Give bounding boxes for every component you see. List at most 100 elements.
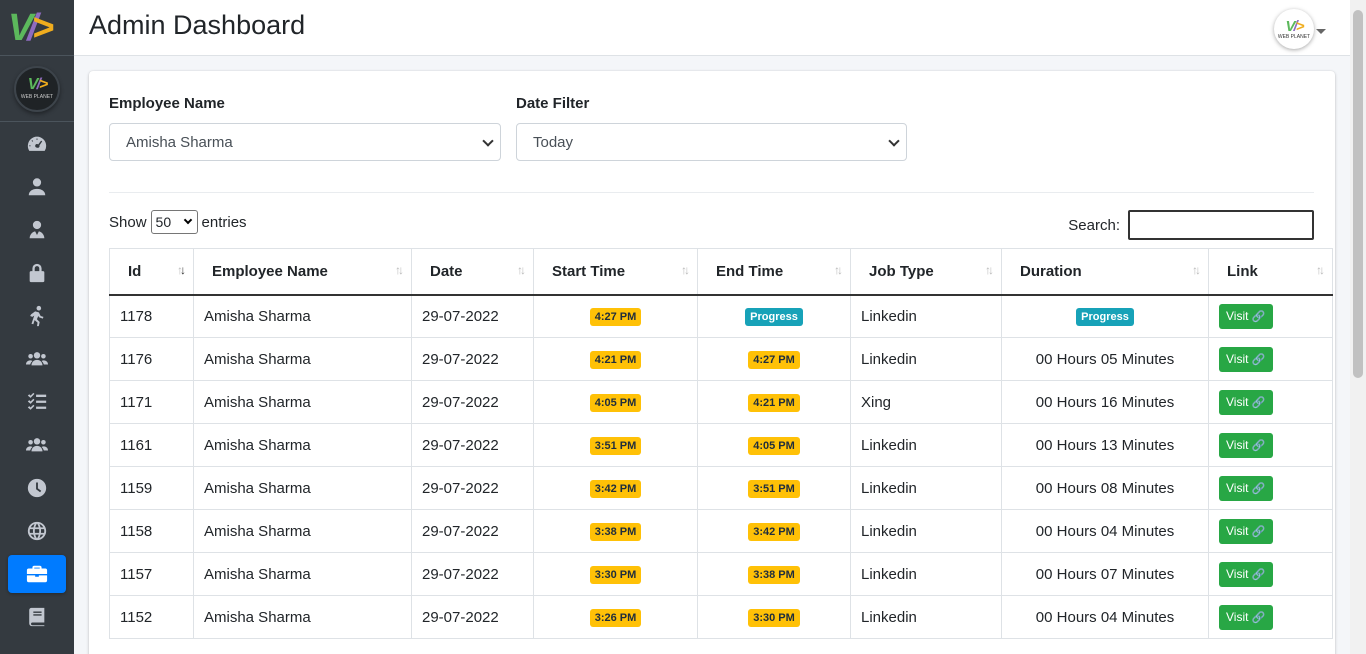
cell-employee-name: Amisha Sharma [193, 337, 412, 381]
visit-label: Visit [1226, 394, 1249, 409]
visit-button[interactable]: Visit 🔗 [1219, 561, 1273, 587]
user-icon [28, 177, 46, 195]
column-header-label: Start Time [552, 262, 626, 280]
clock-icon [27, 478, 47, 497]
entries-select[interactable]: 50 [150, 210, 198, 234]
cell-link: Visit 🔗 [1208, 509, 1333, 553]
time-badge: 3:38 PM [589, 522, 642, 541]
cell-employee-name: Amisha Sharma [193, 423, 412, 467]
column-header[interactable]: Link ↑↓ [1208, 248, 1333, 296]
column-header[interactable]: Id ↑↓ [109, 248, 194, 296]
visit-button[interactable]: Visit 🔗 [1219, 475, 1273, 501]
time-badge: 3:42 PM [748, 522, 800, 541]
scrollbar-thumb[interactable] [1353, 10, 1363, 378]
sidebar-item-profile[interactable] [0, 165, 74, 208]
employee-filter-label: Employee Name [109, 95, 225, 112]
column-header-label: Duration [1020, 262, 1082, 280]
visit-button[interactable]: Visit 🔗 [1219, 389, 1273, 415]
cell-date: 29-07-2022 [411, 552, 534, 596]
user-menu[interactable]: V/> WEB PLANET [1274, 9, 1326, 49]
cell-date: 29-07-2022 [411, 294, 534, 338]
scrollbar[interactable] [1350, 0, 1366, 654]
column-header[interactable]: Start Time ↑↓ [533, 248, 698, 296]
sort-icon: ↑↓ [985, 263, 994, 277]
visit-label: Visit [1226, 609, 1249, 624]
column-header[interactable]: Job Type ↑↓ [850, 248, 1002, 296]
cell-link: Visit 🔗 [1208, 380, 1333, 424]
column-header[interactable]: End Time ↑↓ [697, 248, 851, 296]
cell-id: 1157 [109, 552, 194, 596]
sidebar-item-dashboard[interactable] [0, 122, 74, 165]
table-row: 1171 Amisha Sharma 29-07-2022 4:05 PM 4:21 P… [109, 380, 1333, 424]
sidebar-item-employee[interactable] [0, 208, 74, 251]
visit-button[interactable]: Visit 🔗 [1219, 346, 1273, 372]
sidebar-item-web[interactable] [0, 509, 74, 552]
cell-date: 29-07-2022 [411, 466, 534, 510]
sort-icon: ↑↓ [681, 263, 690, 277]
visit-button[interactable]: Visit 🔗 [1219, 303, 1273, 329]
sidebar-item-tasks[interactable] [0, 380, 74, 423]
cell-link: Visit 🔗 [1208, 552, 1333, 596]
cell-id: 1152 [109, 595, 194, 639]
sidebar-item-reports[interactable] [0, 595, 74, 638]
sort-icon: ↑↓ [177, 263, 186, 277]
sidebar-item-security[interactable] [0, 251, 74, 294]
column-header[interactable]: Date ↑↓ [411, 248, 534, 296]
cell-employee-name: Amisha Sharma [193, 595, 412, 639]
column-header-label: Employee Name [212, 262, 328, 280]
avatar[interactable]: V/> WEB PLANET [14, 65, 60, 112]
sidebar-item-users[interactable] [0, 337, 74, 380]
column-header-label: Id [128, 262, 142, 280]
cell-job-type: Xing [850, 380, 1002, 424]
cell-id: 1161 [109, 423, 194, 467]
entries-value: 50 [155, 214, 172, 230]
table-row: 1178 Amisha Sharma 29-07-2022 4:27 PM Progre… [109, 294, 1333, 338]
avatar[interactable]: V/> WEB PLANET [1274, 9, 1314, 49]
cell-job-type: Linkedin [850, 466, 1002, 510]
content-card: Employee Name Amisha Sharma Date Filter … [89, 71, 1335, 654]
cell-date: 29-07-2022 [411, 509, 534, 553]
sort-icon: ↑↓ [517, 263, 526, 277]
employee-select[interactable]: Amisha Sharma [109, 123, 501, 161]
task-list-icon [27, 392, 47, 410]
brand-logo[interactable]: V/> [0, 0, 74, 56]
cell-link: Visit 🔗 [1208, 337, 1333, 381]
cell-employee-name: Amisha Sharma [193, 552, 412, 596]
column-header-label: End Time [716, 262, 784, 280]
time-badge: 3:30 PM [748, 608, 800, 627]
page-title: Admin Dashboard [89, 10, 306, 40]
cell-job-type: Linkedin [850, 552, 1002, 596]
link-icon: 🔗 [1251, 439, 1266, 452]
date-select-value: Today [533, 133, 574, 151]
link-icon: 🔗 [1251, 310, 1266, 323]
team-icon [26, 437, 48, 451]
sidebar-item-activity[interactable] [0, 294, 74, 337]
cell-link: Visit 🔗 [1208, 294, 1333, 338]
cell-link: Visit 🔗 [1208, 595, 1333, 639]
cell-duration: 00 Hours 04 Minutes [1001, 509, 1209, 553]
users-icon [26, 351, 48, 365]
table-row: 1157 Amisha Sharma 29-07-2022 3:30 PM 3:38 P… [109, 552, 1333, 596]
cell-link: Visit 🔗 [1208, 466, 1333, 510]
search-input[interactable] [1128, 210, 1314, 240]
time-badge: 4:21 PM [589, 350, 642, 369]
column-header[interactable]: Duration ↑↓ [1001, 248, 1209, 296]
link-icon: 🔗 [1251, 525, 1266, 538]
cell-duration: 00 Hours 08 Minutes [1001, 466, 1209, 510]
sidebar-item-teams[interactable] [0, 423, 74, 466]
search-label: Search: [1068, 216, 1120, 234]
user-panel: V/> WEB PLANET [0, 56, 74, 122]
cell-job-type: Linkedin [850, 423, 1002, 467]
visit-button[interactable]: Visit 🔗 [1219, 432, 1273, 458]
visit-label: Visit [1226, 523, 1249, 538]
visit-button[interactable]: Visit 🔗 [1219, 518, 1273, 544]
sidebar-item-jobs[interactable] [0, 552, 74, 595]
sidebar-item-timesheet[interactable] [0, 466, 74, 509]
chevron-down-icon[interactable] [1316, 28, 1326, 34]
visit-button[interactable]: Visit 🔗 [1219, 604, 1273, 630]
table-row: 1161 Amisha Sharma 29-07-2022 3:51 PM 4:05 P… [109, 423, 1333, 467]
date-filter-select[interactable]: Today [516, 123, 907, 161]
data-table: Id ↑↓ Employee Name ↑↓ Date ↑↓ Start Time ↑↓ End… [109, 248, 1333, 639]
table-row: 1152 Amisha Sharma 29-07-2022 3:26 PM 3:30 P… [109, 595, 1333, 639]
column-header[interactable]: Employee Name ↑↓ [193, 248, 412, 296]
